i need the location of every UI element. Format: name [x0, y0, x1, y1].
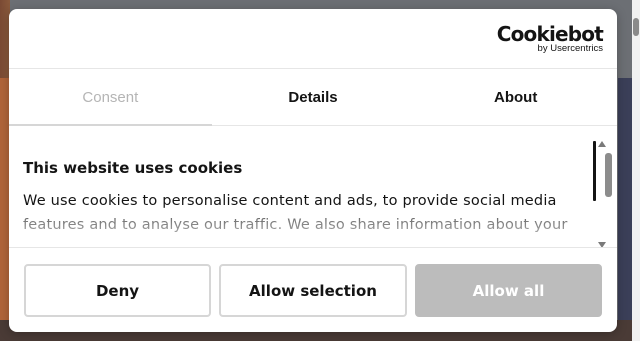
tab-details[interactable]: Details [212, 70, 415, 125]
content-scrollbar[interactable] [592, 137, 612, 247]
background-image-right [618, 78, 632, 341]
content-scrollbar-thumb[interactable] [605, 153, 612, 197]
logo-subtitle: by Usercentrics [537, 43, 603, 54]
cookie-consent-dialog: Cookiebot by Usercentrics Consent Detail… [9, 9, 617, 332]
dialog-header: Cookiebot by Usercentrics [9, 9, 617, 69]
page-scrollbar[interactable] [632, 0, 640, 341]
logo-wordmark: Cookiebot [496, 22, 604, 46]
allow-selection-button[interactable]: Allow selection [219, 264, 407, 317]
scroll-up-arrow-icon[interactable] [598, 141, 606, 147]
deny-button[interactable]: Deny [24, 264, 211, 317]
content-title: This website uses cookies [23, 159, 243, 177]
page-scrollbar-thumb[interactable] [633, 18, 639, 36]
tab-about[interactable]: About [414, 70, 617, 125]
tab-consent[interactable]: Consent [9, 70, 212, 126]
content-fade-overlay [9, 207, 599, 247]
dialog-footer: Deny Allow selection Allow all [9, 247, 617, 332]
tab-bar: Consent Details About [9, 70, 617, 126]
consent-content[interactable]: This website uses cookies We use cookies… [9, 127, 617, 247]
allow-all-button[interactable]: Allow all [415, 264, 602, 317]
cookiebot-logo: Cookiebot by Usercentrics [496, 22, 604, 55]
